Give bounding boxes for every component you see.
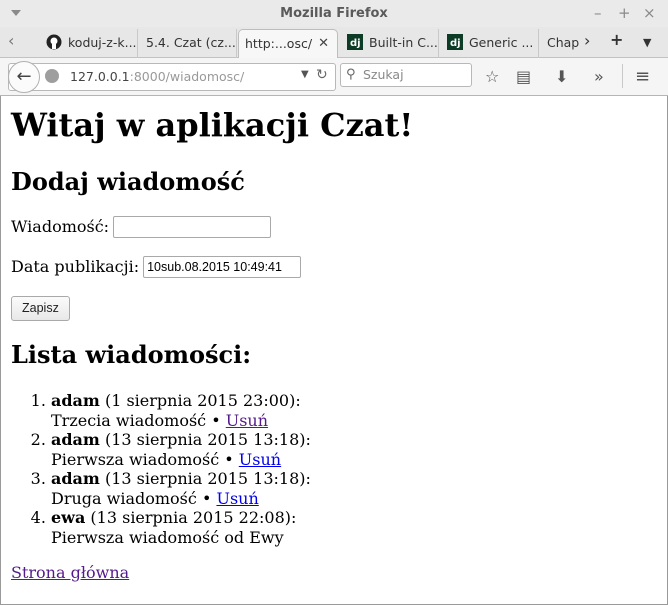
- django-icon: dj: [347, 34, 363, 50]
- page-content: Witaj w aplikacji Czat! Dodaj wiadomość …: [11, 96, 661, 583]
- message-author: adam: [51, 391, 100, 410]
- django-icon: dj: [447, 34, 463, 50]
- tab-label: http:...osc/: [245, 36, 313, 51]
- tab-label: Chap: [547, 35, 579, 50]
- message-author: adam: [51, 430, 100, 449]
- tab-builtin[interactable]: dj Built-in C...: [341, 29, 439, 58]
- overflow-menu-icon[interactable]: »: [594, 67, 604, 87]
- window-border: [0, 96, 1, 605]
- github-icon: [46, 34, 62, 50]
- search-input[interactable]: ⚲ Szukaj: [340, 63, 472, 87]
- new-tab-icon[interactable]: +: [610, 30, 623, 50]
- minimize-icon[interactable]: –: [594, 4, 602, 22]
- close-window-icon[interactable]: ×: [643, 4, 656, 22]
- date-field-row: Data publikacji:: [11, 256, 661, 278]
- list-item: adam (13 sierpnia 2015 13:18): Druga wia…: [51, 469, 661, 508]
- url-bar[interactable]: 127.0.0.1:8000/wiadomosc/ ▼ ↻: [8, 63, 336, 91]
- tabs-scroll-right-icon[interactable]: ›: [584, 31, 590, 51]
- svg-text:dj: dj: [450, 38, 461, 49]
- message-author: adam: [51, 469, 100, 488]
- tab-chap[interactable]: Chap: [541, 29, 579, 58]
- bookmarks-menu-icon[interactable]: ▤: [516, 67, 531, 87]
- message-text: Trzecia wiadomość •: [51, 410, 226, 430]
- delete-link[interactable]: Usuń: [239, 450, 281, 469]
- home-link-row: Strona główna: [11, 563, 661, 583]
- add-message-heading: Dodaj wiadomość: [11, 167, 245, 196]
- history-dropdown-icon[interactable]: ▼: [301, 69, 309, 80]
- submit-button[interactable]: Zapisz: [11, 296, 70, 321]
- message-date: (13 sierpnia 2015 22:08):: [85, 508, 297, 527]
- tab-label: Built-in C...: [369, 35, 438, 50]
- home-link[interactable]: Strona główna: [11, 563, 129, 582]
- window-titlebar: Mozilla Firefox – + ×: [0, 0, 668, 27]
- tab-label: koduj-z-k...: [68, 35, 137, 50]
- window-menu-icon[interactable]: [11, 10, 21, 16]
- hamburger-menu-icon[interactable]: ≡: [635, 67, 650, 87]
- submit-row: Zapisz: [11, 296, 661, 321]
- message-date: (13 sierpnia 2015 13:18):: [99, 430, 311, 449]
- delete-link[interactable]: Usuń: [226, 411, 268, 430]
- bookmark-star-icon[interactable]: ☆: [485, 67, 499, 87]
- message-list-heading: Lista wiadomości:: [11, 340, 252, 369]
- site-info-icon[interactable]: [45, 69, 59, 83]
- message-author: ewa: [51, 508, 86, 527]
- list-item: adam (1 sierpnia 2015 23:00): Trzecia wi…: [51, 391, 661, 430]
- search-placeholder: Szukaj: [363, 67, 404, 82]
- url-path: :8000/wiadomosc/: [129, 69, 245, 84]
- tab-active-wiadomosc[interactable]: http:...osc/ ✕: [238, 29, 338, 58]
- downloads-icon[interactable]: ⬇: [555, 67, 568, 87]
- tab-github[interactable]: koduj-z-k...: [40, 29, 138, 58]
- message-text: Druga wiadomość •: [51, 488, 217, 508]
- url-text[interactable]: 127.0.0.1:8000/wiadomosc/: [70, 64, 244, 90]
- page-title: Witaj w aplikacji Czat!: [11, 106, 414, 144]
- tab-label: 5.4. Czat (cz....: [146, 35, 237, 50]
- message-list: adam (1 sierpnia 2015 23:00): Trzecia wi…: [11, 391, 661, 547]
- search-icon: ⚲: [346, 67, 356, 82]
- toolbar-divider: [622, 64, 623, 88]
- message-date: (1 sierpnia 2015 23:00):: [99, 391, 301, 410]
- back-arrow-icon: ←: [16, 66, 32, 87]
- message-text: Pierwsza wiadomość od Ewy: [51, 527, 284, 547]
- tab-label: Generic ...: [469, 35, 534, 50]
- message-field-row: Wiadomość:: [11, 216, 661, 238]
- tab-bar: ‹ koduj-z-k... 5.4. Czat (cz.... http:..…: [0, 27, 668, 58]
- delete-link[interactable]: Usuń: [216, 489, 258, 508]
- tab-generic[interactable]: dj Generic ...: [441, 29, 539, 58]
- url-host: 127.0.0.1: [70, 69, 130, 84]
- maximize-icon[interactable]: +: [618, 4, 631, 22]
- close-tab-icon[interactable]: ✕: [318, 30, 329, 58]
- tab-czat-docs[interactable]: 5.4. Czat (cz....: [140, 29, 237, 58]
- nav-bar: 127.0.0.1:8000/wiadomosc/ ▼ ↻ ← ⚲ Szukaj…: [0, 58, 668, 96]
- reload-icon[interactable]: ↻: [316, 67, 328, 83]
- svg-text:dj: dj: [350, 38, 361, 49]
- back-button[interactable]: ←: [8, 61, 40, 93]
- message-date: (13 sierpnia 2015 13:18):: [99, 469, 311, 488]
- message-input[interactable]: [113, 216, 272, 238]
- date-label: Data publikacji:: [11, 257, 140, 276]
- publication-date-input[interactable]: [143, 256, 302, 278]
- window-title: Mozilla Firefox: [280, 6, 388, 21]
- list-item: adam (13 sierpnia 2015 13:18): Pierwsza …: [51, 430, 661, 469]
- tab-list-icon[interactable]: ▼: [643, 33, 651, 53]
- message-text: Pierwsza wiadomość •: [51, 449, 239, 469]
- tabs-scroll-left-icon[interactable]: ‹: [8, 31, 14, 51]
- message-label: Wiadomość:: [11, 217, 110, 236]
- list-item: ewa (13 sierpnia 2015 22:08): Pierwsza w…: [51, 508, 661, 547]
